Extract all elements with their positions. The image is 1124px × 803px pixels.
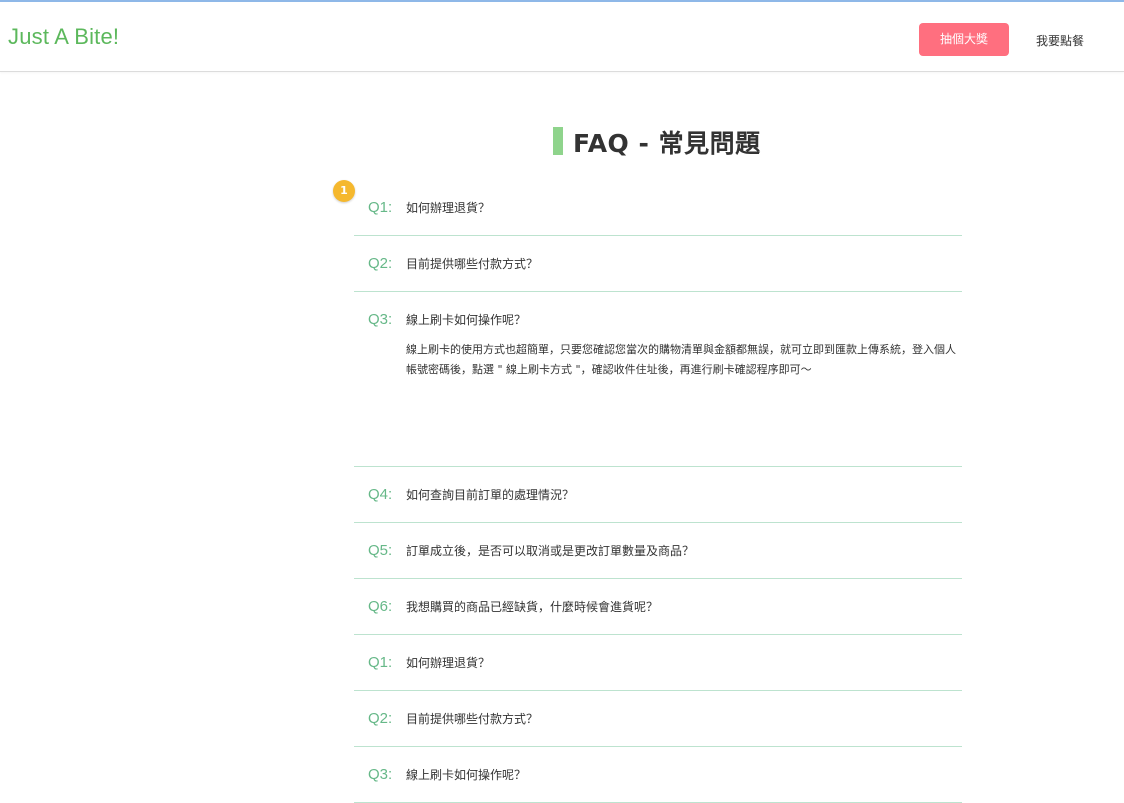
faq-question[interactable]: Q3: 線上刷卡如何操作呢？ (368, 766, 962, 783)
question-number: Q5: (368, 542, 393, 559)
question-text: 如何查詢目前訂單的處理情況？ (406, 488, 575, 502)
faq-answer: 線上刷卡的使用方式也超簡單，只要您確認您當次的購物清單與金額都無誤，就可立即到匯… (406, 343, 956, 376)
page-title: FAQ - 常見問題 (573, 129, 761, 158)
faq-item-q3-repeat[interactable]: Q3: 線上刷卡如何操作呢？ (354, 747, 962, 803)
question-number: Q4: (368, 486, 393, 503)
faq-item-q1[interactable]: Q1: 如何辦理退貨？ (354, 180, 962, 236)
question-text: 訂單成立後，是否可以取消或是更改訂單數量及商品？ (406, 544, 695, 558)
question-number: Q3: (368, 766, 393, 783)
question-number: Q3: (368, 311, 393, 328)
question-text: 我想購買的商品已經缺貨，什麼時候會進貨呢？ (406, 600, 659, 614)
faq-list: Q1: 如何辦理退貨？ Q2: 目前提供哪些付款方式？ Q3: 線上刷卡如何操作… (354, 180, 962, 803)
faq-item-q6[interactable]: Q6: 我想購買的商品已經缺貨，什麼時候會進貨呢？ (354, 579, 962, 635)
faq-question[interactable]: Q5: 訂單成立後，是否可以取消或是更改訂單數量及商品？ (368, 542, 962, 559)
faq-item-q3[interactable]: Q3: 線上刷卡如何操作呢？ 線上刷卡的使用方式也超簡單，只要您確認您當次的購物… (354, 292, 962, 467)
question-number: Q2: (368, 710, 393, 727)
faq-item-q2[interactable]: Q2: 目前提供哪些付款方式？ (354, 236, 962, 292)
faq-question[interactable]: Q1: 如何辦理退貨？ (368, 654, 962, 671)
question-text: 目前提供哪些付款方式？ (406, 257, 539, 271)
question-text: 線上刷卡如何操作呢？ (406, 768, 527, 782)
faq-question[interactable]: Q2: 目前提供哪些付款方式？ (368, 710, 962, 727)
navbar: Just A Bite! 抽個大獎 我要點餐 (0, 2, 1124, 72)
faq-question[interactable]: Q1: 如何辦理退貨？ (368, 199, 962, 216)
question-text: 如何辦理退貨？ (406, 656, 491, 670)
question-number: Q2: (368, 255, 393, 272)
step-marker-badge: 1 (333, 180, 355, 202)
faq-question[interactable]: Q2: 目前提供哪些付款方式？ (368, 255, 962, 272)
question-text: 線上刷卡如何操作呢？ (406, 313, 527, 327)
question-number: Q1: (368, 654, 393, 671)
question-text: 如何辦理退貨？ (406, 201, 491, 215)
faq-item-q5[interactable]: Q5: 訂單成立後，是否可以取消或是更改訂單數量及商品？ (354, 523, 962, 579)
brand-logo[interactable]: Just A Bite! (8, 24, 119, 50)
faq-item-q1-repeat[interactable]: Q1: 如何辦理退貨？ (354, 635, 962, 691)
faq-question[interactable]: Q4: 如何查詢目前訂單的處理情況？ (368, 486, 962, 503)
faq-question[interactable]: Q3: 線上刷卡如何操作呢？ (368, 311, 962, 328)
faq-question[interactable]: Q6: 我想購買的商品已經缺貨，什麼時候會進貨呢？ (368, 598, 962, 615)
lottery-button[interactable]: 抽個大獎 (919, 23, 1009, 56)
question-number: Q6: (368, 598, 393, 615)
question-text: 目前提供哪些付款方式？ (406, 712, 539, 726)
question-number: Q1: (368, 199, 393, 216)
faq-item-q2-repeat[interactable]: Q2: 目前提供哪些付款方式？ (354, 691, 962, 747)
order-link[interactable]: 我要點餐 (1036, 32, 1084, 49)
title-accent-bar (553, 127, 563, 155)
faq-item-q4[interactable]: Q4: 如何查詢目前訂單的處理情況？ (354, 467, 962, 523)
